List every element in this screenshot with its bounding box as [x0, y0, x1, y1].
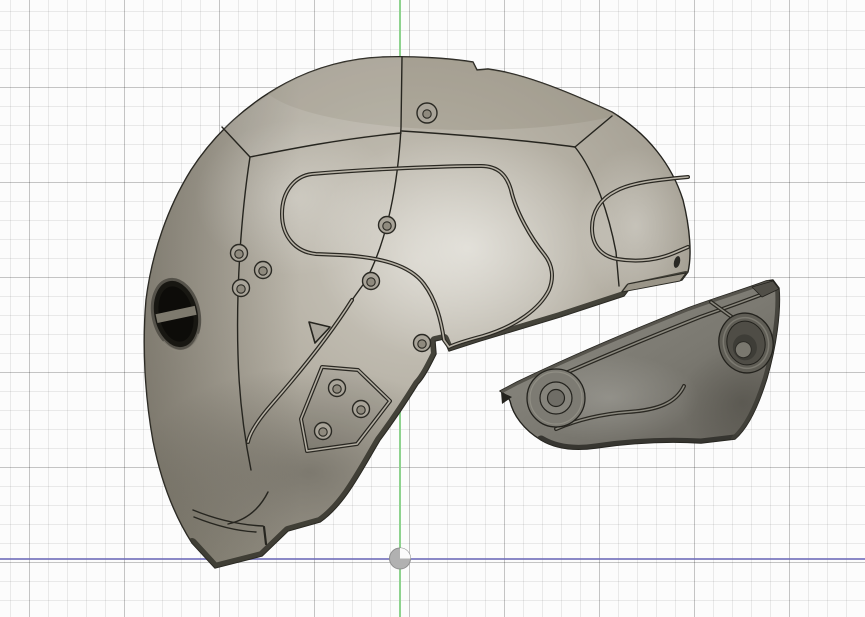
helmet-shell[interactable] — [135, 30, 694, 580]
screw — [229, 243, 249, 263]
screw — [253, 260, 273, 280]
screw — [416, 102, 438, 124]
screw — [231, 278, 251, 298]
screw — [327, 378, 347, 398]
screw — [351, 399, 371, 419]
screw — [412, 333, 432, 353]
hinge-disc — [526, 368, 586, 428]
cad-viewport-canvas[interactable] — [0, 0, 865, 617]
screw — [361, 271, 381, 291]
screw — [313, 421, 333, 441]
screw — [377, 215, 397, 235]
origin-quadrant — [400, 548, 411, 559]
origin-point[interactable] — [389, 547, 411, 570]
model-svg — [135, 30, 781, 580]
